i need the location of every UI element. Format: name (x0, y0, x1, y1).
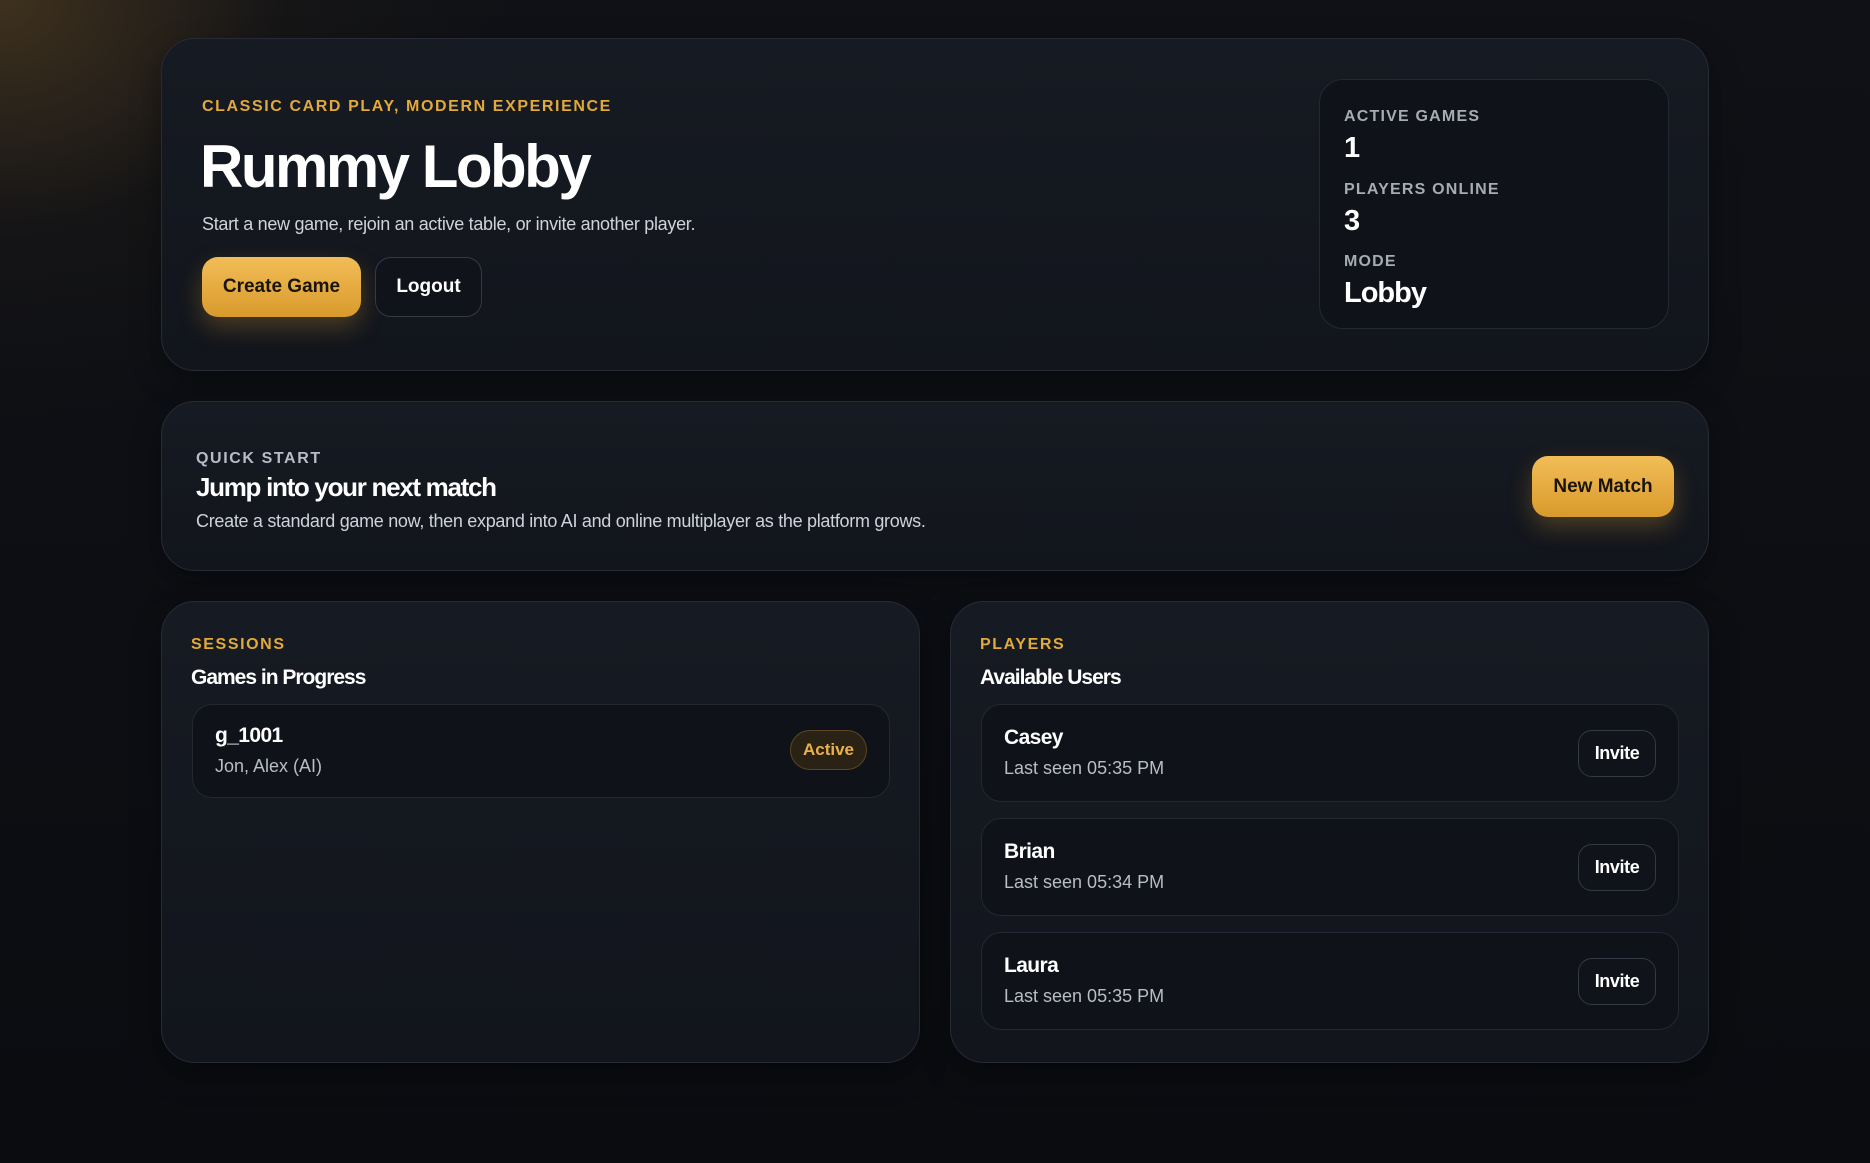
player-name: Casey (1004, 726, 1063, 749)
players-panel: Players Available Users Casey Last seen … (950, 601, 1709, 1063)
lobby-stats-panel: Active Games 1 Players Online 3 Mode Lob… (1319, 79, 1669, 329)
players-online-label: Players Online (1344, 181, 1500, 198)
player-last-seen: Last seen 05:34 PM (1004, 872, 1165, 892)
player-row: Brian Last seen 05:34 PM Invite (981, 818, 1679, 916)
players-online-value: 3 (1344, 205, 1360, 237)
player-last-seen: Last seen 05:35 PM (1004, 758, 1165, 778)
quick-start-card: Quick Start Jump into your next match Cr… (161, 401, 1709, 571)
active-games-label: Active Games (1344, 108, 1481, 125)
logout-button[interactable]: Logout (375, 257, 482, 317)
sessions-panel: Sessions Games in Progress g_1001 Jon, A… (161, 601, 920, 1063)
page-title: Rummy Lobby (200, 133, 592, 200)
active-games-value: 1 (1344, 132, 1360, 164)
quick-start-eyebrow: Quick Start (196, 450, 322, 467)
create-game-button[interactable]: Create Game (202, 257, 361, 317)
player-last-seen: Last seen 05:35 PM (1004, 986, 1165, 1006)
sessions-title: Games in Progress (191, 666, 366, 689)
quick-start-title: Jump into your next match (196, 472, 497, 502)
player-name: Laura (1004, 954, 1059, 977)
player-row: Laura Last seen 05:35 PM Invite (981, 932, 1679, 1030)
quick-start-description: Create a standard game now, then expand … (196, 511, 926, 531)
hero-card: Classic card play, modern experience Rum… (161, 38, 1709, 371)
status-badge: Active (789, 730, 867, 770)
player-row: Casey Last seen 05:35 PM Invite (981, 704, 1679, 802)
new-match-button[interactable]: New Match (1532, 456, 1674, 517)
invite-casey-button[interactable]: Invite (1578, 730, 1656, 777)
invite-brian-button[interactable]: Invite (1578, 844, 1656, 891)
mode-value: Lobby (1344, 277, 1427, 309)
players-eyebrow: Players (980, 636, 1066, 653)
game-id: g_1001 (215, 724, 283, 747)
player-name: Brian (1004, 840, 1055, 863)
game-session-row[interactable]: g_1001 Jon, Alex (AI) Active (192, 704, 890, 798)
mode-label: Mode (1344, 253, 1397, 270)
invite-laura-button[interactable]: Invite (1578, 958, 1656, 1005)
hero-subtitle: Start a new game, rejoin an active table… (202, 214, 696, 234)
game-players: Jon, Alex (AI) (215, 756, 323, 776)
players-title: Available Users (980, 666, 1122, 689)
hero-eyebrow: Classic card play, modern experience (202, 98, 612, 115)
sessions-eyebrow: Sessions (191, 636, 286, 653)
